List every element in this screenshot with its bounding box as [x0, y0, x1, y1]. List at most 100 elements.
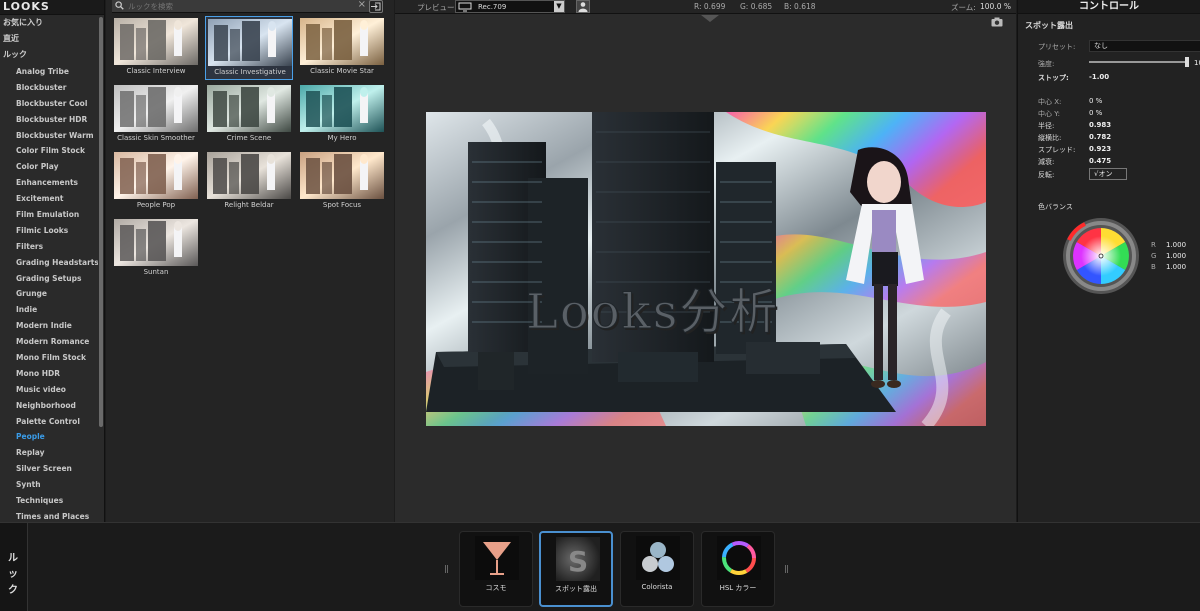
invert-toggle[interactable]: √オン [1089, 168, 1127, 180]
look-preview-image [114, 18, 198, 65]
center-y-value[interactable]: 0 % [1089, 109, 1102, 117]
look-thumbnail[interactable]: People Pop [112, 150, 200, 214]
pixel-r-readout: R: 0.699 [694, 2, 726, 11]
person-icon[interactable] [576, 0, 590, 13]
strength-slider[interactable] [1089, 61, 1187, 63]
color-balance-wheel[interactable] [1061, 216, 1141, 296]
strength-value[interactable]: 10 [1194, 59, 1200, 67]
sidebar-item-modern-romance[interactable]: Modern Romance [0, 334, 98, 350]
balance-r-value[interactable]: 1.000 [1166, 241, 1186, 249]
preview-colorspace-dropdown[interactable]: Rec.709 ▼ [455, 0, 565, 13]
tool-spot-exposure[interactable]: S スポット露出 [539, 531, 613, 607]
search-input[interactable] [128, 0, 350, 12]
look-thumbnail[interactable]: Classic Movie Star [298, 16, 386, 80]
sidebar-item-people[interactable]: People [0, 429, 98, 445]
sidebar-item-color-play[interactable]: Color Play [0, 159, 98, 175]
color-balance-label: 色バランス [1038, 203, 1073, 211]
center-x-label: 中心 X: [1038, 98, 1062, 106]
look-preview-image [114, 152, 198, 199]
monitor-icon [458, 2, 472, 12]
sidebar-item-grading-setups[interactable]: Grading Setups [0, 271, 98, 287]
sidebar-scrollbar[interactable] [99, 17, 103, 427]
balance-g-label: G [1151, 252, 1157, 260]
effects-bar: ル ッ ク コスモ S スポット露出 Colorista HSL カラー [0, 522, 1200, 611]
sidebar-item-enhancements[interactable]: Enhancements [0, 175, 98, 191]
sidebar-item-synth[interactable]: Synth [0, 477, 98, 493]
camera-icon[interactable] [991, 17, 1003, 27]
sidebar-item-mono-hdr[interactable]: Mono HDR [0, 366, 98, 382]
look-preview-image [208, 19, 292, 66]
preview-scene [426, 112, 986, 426]
look-label: Classic Interview [126, 67, 186, 75]
sidebar-item-recent[interactable]: 直近 [0, 31, 104, 47]
preset-dropdown[interactable]: なし [1089, 40, 1200, 52]
look-thumbnail[interactable]: Classic Interview [112, 16, 200, 80]
look-thumbnail[interactable]: Suntan [112, 217, 200, 281]
stop-value[interactable]: -1.00 [1089, 73, 1109, 81]
sidebar-item-analog-tribe[interactable]: Analog Tribe [0, 64, 98, 80]
radius-value[interactable]: 0.983 [1089, 121, 1111, 129]
look-thumbnail[interactable]: Relight Beldar [205, 150, 293, 214]
look-preview-image [207, 152, 291, 199]
tool-colorista[interactable]: Colorista [620, 531, 694, 607]
sidebar-item-neighborhood[interactable]: Neighborhood [0, 398, 98, 414]
center-x-value[interactable]: 0 % [1089, 97, 1102, 105]
sidebar-item-excitement[interactable]: Excitement [0, 191, 98, 207]
strength-slider-thumb[interactable] [1185, 57, 1189, 67]
look-thumbnail[interactable]: Classic Investigative [205, 16, 293, 80]
look-label: Classic Skin Smoother [117, 134, 195, 142]
look-thumbnail[interactable]: My Hero [298, 83, 386, 147]
compare-split-handle-icon[interactable] [701, 15, 719, 22]
sidebar-item-film-emulation[interactable]: Film Emulation [0, 207, 98, 223]
spread-value[interactable]: 0.923 [1089, 145, 1111, 153]
sidebar-item-looks[interactable]: ルック [0, 47, 104, 63]
falloff-value[interactable]: 0.475 [1089, 157, 1111, 165]
preview-image[interactable]: Looks分析 [426, 112, 986, 426]
strength-label: 強度: [1038, 60, 1055, 68]
aspect-label: 縦横比: [1038, 134, 1062, 142]
sidebar-item-mono-film-stock[interactable]: Mono Film Stock [0, 350, 98, 366]
sidebar-item-favorites[interactable]: お気に入り [0, 15, 104, 31]
sidebar-item-color-film-stock[interactable]: Color Film Stock [0, 143, 98, 159]
sidebar-item-filters[interactable]: Filters [0, 239, 98, 255]
look-thumbnail[interactable]: Classic Skin Smoother [112, 83, 200, 147]
sidebar-item-blockbuster-hdr[interactable]: Blockbuster HDR [0, 112, 98, 128]
sidebar-item-grunge[interactable]: Grunge [0, 286, 98, 302]
search-icon [115, 1, 124, 10]
falloff-label: 減衰: [1038, 158, 1055, 166]
tool-hsl-color[interactable]: HSL カラー [701, 531, 775, 607]
aspect-value[interactable]: 0.782 [1089, 133, 1111, 141]
balance-g-value[interactable]: 1.000 [1166, 252, 1186, 260]
drag-handle-icon[interactable] [785, 565, 788, 573]
sidebar-item-replay[interactable]: Replay [0, 445, 98, 461]
look-preview-image [300, 152, 384, 199]
sidebar-item-blockbuster[interactable]: Blockbuster [0, 80, 98, 96]
tool-label: Colorista [641, 583, 673, 591]
sidebar-item-palette-control[interactable]: Palette Control [0, 414, 98, 430]
looks-browser: × Classic Interview Classic Investigative… [106, 0, 394, 522]
clear-search-icon[interactable]: × [358, 0, 366, 10]
balance-r-label: R [1151, 241, 1156, 249]
sidebar-item-indie[interactable]: Indie [0, 302, 98, 318]
pixel-g-readout: G: 0.685 [740, 2, 773, 11]
import-icon[interactable] [369, 0, 383, 13]
sidebar-item-techniques[interactable]: Techniques [0, 493, 98, 509]
look-preview-image [207, 85, 291, 132]
looks-tab-char: ク [8, 585, 18, 596]
zoom-value[interactable]: 100.0 % [980, 2, 1011, 11]
sidebar-item-blockbuster-warm[interactable]: Blockbuster Warm [0, 128, 98, 144]
sidebar-item-filmic-looks[interactable]: Filmic Looks [0, 223, 98, 239]
look-label: Classic Movie Star [310, 67, 374, 75]
sidebar-item-music-video[interactable]: Music video [0, 382, 98, 398]
sidebar-item-silver-screen[interactable]: Silver Screen [0, 461, 98, 477]
controls-panel: コントロール スポット露出 プリセット: なし 強度: 10 ストップ: -1.… [1017, 0, 1200, 522]
looks-tab[interactable]: ル ッ ク [0, 523, 28, 611]
look-thumbnail[interactable]: Spot Focus [298, 150, 386, 214]
sidebar-item-grading-headstarts[interactable]: Grading Headstarts [0, 255, 98, 271]
tool-cosmo[interactable]: コスモ [459, 531, 533, 607]
sidebar-item-blockbuster-cool[interactable]: Blockbuster Cool [0, 96, 98, 112]
sidebar-item-modern-indie[interactable]: Modern Indie [0, 318, 98, 334]
look-thumbnail[interactable]: Crime Scene [205, 83, 293, 147]
balance-b-value[interactable]: 1.000 [1166, 263, 1186, 271]
drag-handle-icon[interactable] [445, 565, 448, 573]
